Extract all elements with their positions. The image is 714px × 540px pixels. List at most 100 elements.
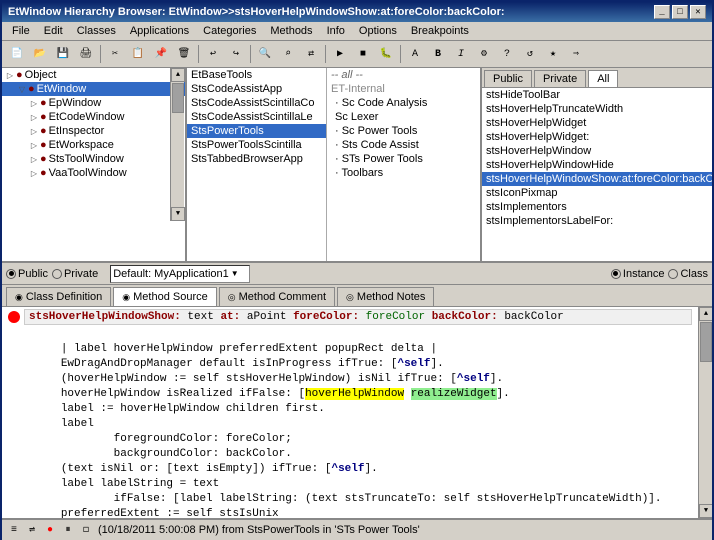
cat-codeassist[interactable]: · Sts Code Assist (327, 138, 480, 152)
tb-bold[interactable]: B (427, 43, 449, 65)
app-item-etbasetools[interactable]: EtBaseTools (187, 68, 326, 82)
status-icon-2[interactable]: ⇌ (24, 522, 40, 538)
menu-classes[interactable]: Classes (71, 24, 122, 38)
menu-info[interactable]: Info (321, 24, 351, 38)
method-stshovertruncate[interactable]: stsHoverHelpTruncateWidth (482, 102, 712, 116)
code-scroll-down[interactable]: ▼ (699, 504, 712, 518)
cat-powertools[interactable]: · Sc Power Tools (327, 124, 480, 138)
method-stshoverwindowhide[interactable]: stsHoverHelpWindowHide (482, 158, 712, 172)
method-list: stsHideToolBar stsHoverHelpTruncateWidth… (482, 88, 712, 261)
radio-instance[interactable]: Instance (611, 268, 665, 280)
minimize-button[interactable]: _ (654, 5, 670, 19)
menu-edit[interactable]: Edit (38, 24, 69, 38)
tb-save[interactable]: 💾 (52, 43, 74, 65)
code-line-12: ifFalse: [label labelString: (text stsTr… (8, 492, 692, 507)
method-stshoverwidget-set[interactable]: stsHoverHelpWidget: (482, 130, 712, 144)
app-item-stsassist[interactable]: StsCodeAssistApp (187, 82, 326, 96)
tb-new[interactable]: 📄 (6, 43, 28, 65)
tb-search[interactable]: 🔍 (254, 43, 276, 65)
status-icon-3[interactable]: ● (42, 522, 58, 538)
tb-cut[interactable]: ✂ (104, 43, 126, 65)
status-icons: ≡ ⇌ ● ⏸ ◻ (6, 522, 94, 538)
method-stshoverwidget[interactable]: stsHoverHelpWidget (482, 116, 712, 130)
default-app-combo[interactable]: Default: MyApplication1 ▼ (110, 265, 250, 283)
menu-file[interactable]: File (6, 24, 36, 38)
app-item-stsscintle[interactable]: StsCodeAssistScintillaLe (187, 110, 326, 124)
tree-item-etwindow[interactable]: ▽ ● EtWindow (2, 82, 185, 96)
tab-class-definition[interactable]: ◉ Class Definition (6, 287, 111, 306)
tb-find[interactable]: ⌕ (277, 43, 299, 65)
radio-class[interactable]: Class (668, 268, 708, 280)
menu-categories[interactable]: Categories (197, 24, 262, 38)
tree-item-etcodewindow[interactable]: ▷ ● EtCodeWindow (2, 110, 185, 124)
radio-private[interactable]: Private (52, 268, 98, 280)
tb-italic[interactable]: I (450, 43, 472, 65)
tb-paste[interactable]: 📌 (150, 43, 172, 65)
tab-method-notes[interactable]: ◎ Method Notes (337, 287, 434, 306)
tb-refresh[interactable]: ↺ (519, 43, 541, 65)
code-editor[interactable]: stsHoverHelpWindowShow: text at: aPoint … (2, 307, 698, 518)
method-stshoverwindow[interactable]: stsHoverHelpWindow (482, 144, 712, 158)
tb-nav[interactable]: ⇒ (565, 43, 587, 65)
tb-copy[interactable]: 📋 (127, 43, 149, 65)
tree-item-etworkspace[interactable]: ▷ ● EtWorkspace (2, 138, 185, 152)
cat-lexer[interactable]: Sc Lexer (327, 110, 480, 124)
tb-redo[interactable]: ↪ (225, 43, 247, 65)
tab-public[interactable]: Public (484, 70, 532, 87)
tb-replace[interactable]: ⇄ (300, 43, 322, 65)
app-item-stspowertools[interactable]: StsPowerTools (187, 124, 326, 138)
tb-font[interactable]: A (404, 43, 426, 65)
tb-debug[interactable]: 🐛 (375, 43, 397, 65)
menu-applications[interactable]: Applications (124, 24, 195, 38)
status-bar: ≡ ⇌ ● ⏸ ◻ (10/18/2011 5:00:08 PM) from S… (2, 518, 712, 540)
cat-stspowertools[interactable]: · STs Power Tools (327, 152, 480, 166)
tb-bookmark[interactable]: ★ (542, 43, 564, 65)
method-stshidetoolbar[interactable]: stsHideToolBar (482, 88, 712, 102)
tb-delete[interactable]: 🗑 (173, 43, 195, 65)
tree-item-epwindow[interactable]: ▷ ● EpWindow (2, 96, 185, 110)
menu-breakpoints[interactable]: Breakpoints (405, 24, 475, 38)
scroll-up-btn[interactable]: ▲ (171, 68, 185, 82)
scroll-thumb[interactable] (172, 83, 184, 113)
tree-item-ststoolwindow[interactable]: ▷ ● StsToolWindow (2, 152, 185, 166)
cat-codeanalysis[interactable]: · Sc Code Analysis (327, 96, 480, 110)
tb-undo[interactable]: ↩ (202, 43, 224, 65)
menu-options[interactable]: Options (353, 24, 403, 38)
tree-item-etinspector[interactable]: ▷ ● EtInspector (2, 124, 185, 138)
tab-method-source[interactable]: ◉ Method Source (113, 287, 216, 306)
method-stsimplementorslabel[interactable]: stsImplementorsLabelFor: (482, 214, 712, 228)
maximize-button[interactable]: □ (672, 5, 688, 19)
status-icon-4[interactable]: ⏸ (60, 522, 76, 538)
cat-toolbars[interactable]: · Toolbars (327, 166, 480, 180)
tb-help[interactable]: ? (496, 43, 518, 65)
status-icon-1[interactable]: ≡ (6, 522, 22, 538)
breakpoint-dot[interactable] (8, 311, 20, 323)
radio-public[interactable]: Public (6, 268, 48, 280)
status-icon-5[interactable]: ◻ (78, 522, 94, 538)
default-app-label: Default: MyApplication1 (113, 268, 229, 280)
scroll-down-btn[interactable]: ▼ (171, 207, 185, 221)
tab-private[interactable]: Private (534, 70, 586, 87)
app-item-ststabbedbrowser[interactable]: StsTabbedBrowserApp (187, 152, 326, 166)
tree-item-vaatoolwindow[interactable]: ▷ ● VaaToolWindow (2, 166, 185, 180)
method-stsiconpixmap[interactable]: stsIconPixmap (482, 186, 712, 200)
tab-all[interactable]: All (588, 70, 618, 87)
tb-open[interactable]: 📂 (29, 43, 51, 65)
tb-print[interactable]: 🖨 (75, 43, 97, 65)
app-item-stspowerscintilla[interactable]: StsPowerToolsScintilla (187, 138, 326, 152)
tb-run[interactable]: ▶ (329, 43, 351, 65)
window-title: EtWindow Hierarchy Browser: EtWindow>>st… (8, 6, 505, 18)
tree-item-object[interactable]: ▷ ● Object (2, 68, 185, 82)
tab-method-comment[interactable]: ◎ Method Comment (219, 287, 335, 306)
method-stsimplementors[interactable]: stsImplementors (482, 200, 712, 214)
method-comment-icon: ◎ (228, 292, 236, 303)
menu-methods[interactable]: Methods (264, 24, 318, 38)
close-button[interactable]: ✕ (690, 5, 706, 19)
code-scroll-up[interactable]: ▲ (699, 307, 712, 321)
app-item-stsscintco[interactable]: StsCodeAssistScintillaCo (187, 96, 326, 110)
method-stshoverwindowshow[interactable]: stsHoverHelpWindowShow:at:foreColor:back… (482, 172, 712, 186)
tb-stop[interactable]: ■ (352, 43, 374, 65)
tb-settings[interactable]: ⚙ (473, 43, 495, 65)
scroll-track (171, 82, 184, 207)
code-scroll-thumb[interactable] (700, 322, 712, 362)
